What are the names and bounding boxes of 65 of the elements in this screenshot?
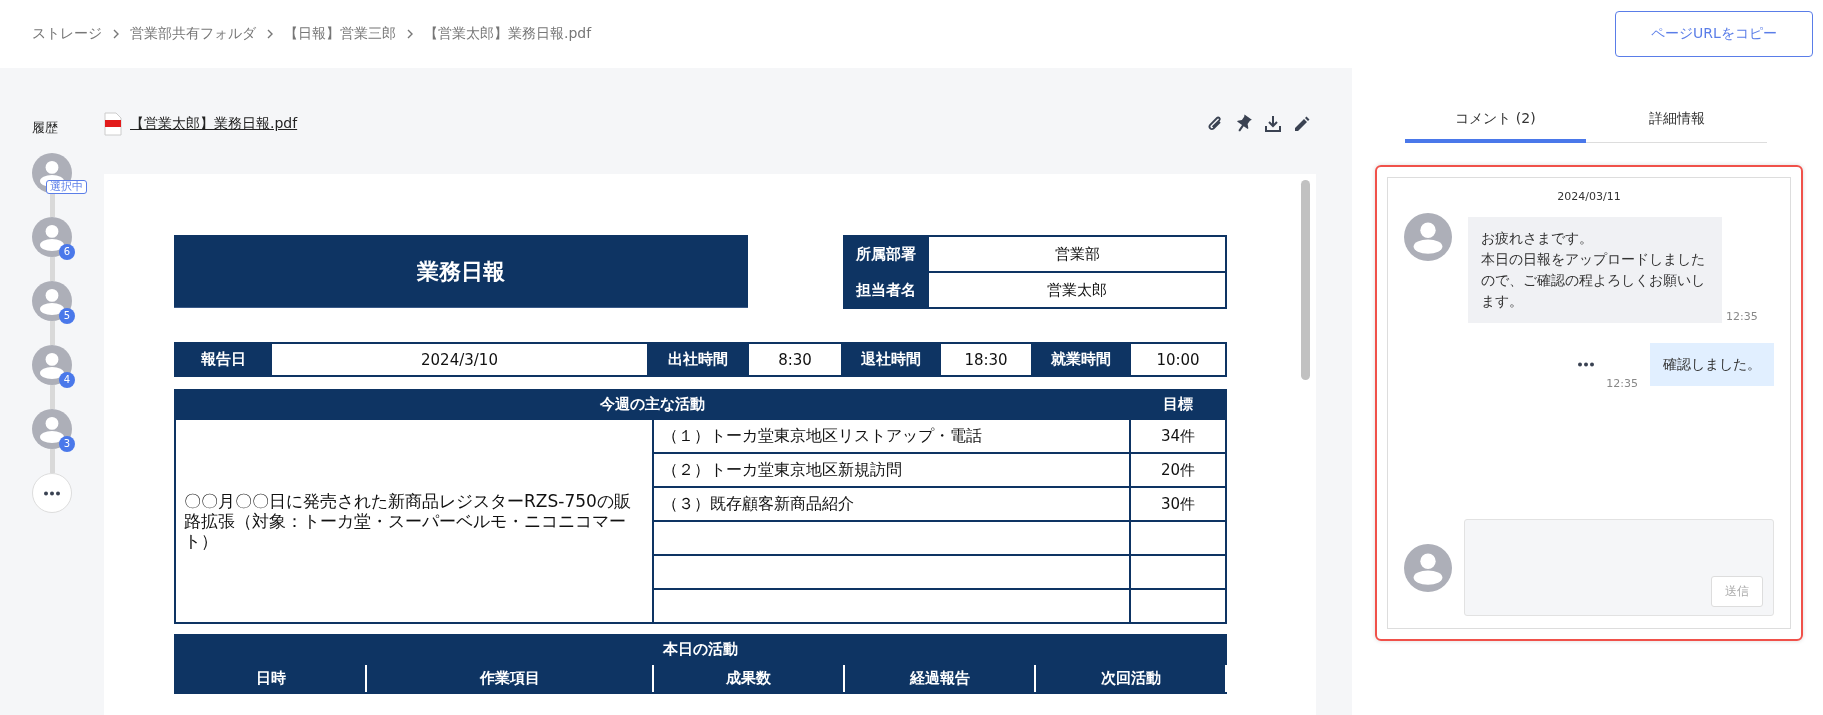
column-header: 成果数 — [653, 664, 844, 693]
breadcrumb-item[interactable]: ストレージ — [32, 25, 102, 43]
field-value: 18:30 — [940, 343, 1032, 376]
chevron-icon — [112, 28, 120, 40]
table-header: 本日の活動 — [175, 635, 1226, 664]
field-value: 営業部 — [928, 236, 1226, 272]
target-value: 20件 — [1130, 453, 1226, 487]
tab[interactable]: 詳細情報 — [1586, 98, 1767, 143]
activity-item: （２）トーカ堂東京地区新規訪問 — [653, 453, 1130, 487]
comment-date: 2024/03/11 — [1556, 190, 1622, 203]
more-icon — [44, 490, 60, 496]
chevron-icon — [266, 28, 274, 40]
avatar-icon — [1404, 543, 1452, 592]
pencil-icon[interactable] — [1292, 114, 1312, 134]
message-time: 12:35 — [1606, 377, 1638, 390]
summary-text: 〇〇月〇〇日に発売された新商品レジスターRZS-750の販路拡張（対象：トーカ堂・スーパーベルモ・ニコニコマート） — [175, 419, 653, 623]
field-label: 担当者名 — [844, 272, 928, 308]
field-label: 退社時間 — [842, 343, 940, 376]
avatar-icon[interactable] — [32, 281, 72, 321]
more-icon[interactable] — [1578, 362, 1595, 367]
activity-item: （３）既存顧客新商品紹介 — [653, 487, 1130, 521]
column-header: 日時 — [175, 664, 366, 693]
scrollbar[interactable] — [1301, 180, 1310, 380]
avatar-icon[interactable] — [32, 217, 72, 257]
version-badge: 3 — [59, 436, 75, 452]
breadcrumb-item[interactable]: 【日報】営業三郎 — [284, 25, 396, 43]
avatar-icon[interactable] — [32, 345, 72, 385]
document-title: 業務日報 — [174, 235, 748, 309]
selected-tag: 選択中 — [46, 180, 87, 194]
version-badge: 4 — [59, 372, 75, 388]
avatar-icon — [1404, 213, 1452, 261]
field-label: 就業時間 — [1032, 343, 1130, 376]
message-bubble: 確認しました。 — [1650, 343, 1774, 386]
field-value: 8:30 — [748, 343, 842, 376]
file-link[interactable]: 【営業太郎】業務日報.pdf — [130, 115, 298, 133]
copy-url-button[interactable]: ページURLをコピー — [1615, 11, 1813, 57]
pin-icon[interactable] — [1234, 114, 1254, 134]
table-header: 今週の主な活動 — [175, 390, 1130, 419]
message-text: お疲れさまです。 — [1481, 229, 1594, 248]
column-header: 次回活動 — [1035, 664, 1226, 693]
breadcrumb-item[interactable]: 【営業太郎】業務日報.pdf — [424, 25, 592, 43]
column-header: 作業項目 — [366, 664, 653, 693]
field-label: 報告日 — [175, 343, 271, 376]
field-value: 10:00 — [1130, 343, 1226, 376]
breadcrumb-item[interactable]: 営業部共有フォルダ — [130, 25, 256, 43]
version-badge: 5 — [59, 308, 75, 324]
avatar-icon[interactable] — [32, 409, 72, 449]
pdf-file-icon — [104, 112, 122, 136]
message-text: 本日の日報をアップロードしましたので、ご確認の程よろしくお願いします。 — [1481, 250, 1706, 311]
history-title: 履歴 — [32, 119, 58, 137]
activity-item: （１）トーカ堂東京地区リストアップ・電話 — [653, 419, 1130, 453]
table-header: 目標 — [1130, 390, 1226, 419]
chevron-icon — [406, 28, 414, 40]
message-time: 12:35 — [1726, 310, 1758, 323]
field-label: 出社時間 — [648, 343, 748, 376]
column-header: 経過報告 — [844, 664, 1035, 693]
version-badge: 6 — [59, 244, 75, 260]
field-value: 営業太郎 — [928, 272, 1226, 308]
field-value: 2024/3/10 — [271, 343, 648, 376]
download-icon[interactable] — [1263, 114, 1283, 134]
field-label: 所属部署 — [844, 236, 928, 272]
target-value: 34件 — [1130, 419, 1226, 453]
more-button[interactable] — [32, 473, 72, 513]
target-value: 30件 — [1130, 487, 1226, 521]
tab[interactable]: コメント (2) — [1405, 98, 1586, 143]
